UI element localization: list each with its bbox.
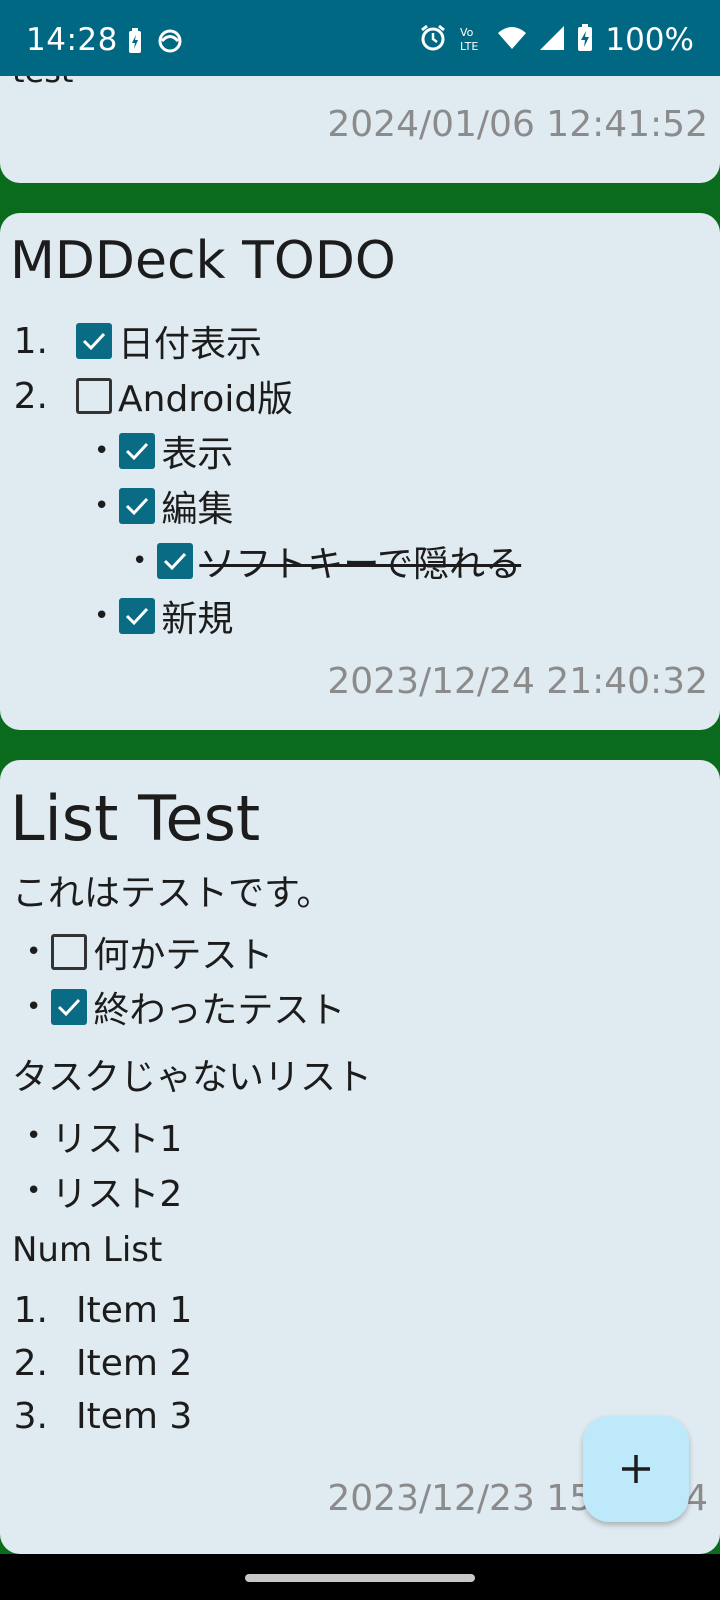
sync-icon: [156, 28, 184, 58]
list-item: 1. 日付表示: [0, 315, 262, 367]
list-item: • ソフトキーで隠れる: [132, 535, 521, 587]
checkmark-icon: [164, 552, 187, 571]
checkmark-icon: [126, 497, 149, 516]
task-text: 新規: [161, 599, 234, 640]
navigation-bar: [0, 1554, 720, 1600]
status-bar: 14:28 Vo LTE 100%: [0, 0, 720, 76]
checkmark-icon: [58, 998, 81, 1017]
list-marker: 1.: [13, 1290, 48, 1331]
battery-saver-icon: [128, 28, 142, 58]
list-marker: •: [26, 1121, 42, 1151]
list-item: • 表示: [94, 425, 233, 477]
battery-charging-icon: [577, 24, 593, 56]
list-item: • 何かテスト: [26, 926, 273, 978]
add-note-button[interactable]: [583, 1416, 689, 1522]
note-paragraph: これはテストです。: [12, 873, 333, 914]
checkbox-unchecked[interactable]: [76, 378, 112, 414]
svg-text:Vo: Vo: [460, 26, 474, 39]
task-text: 何かテスト: [93, 935, 274, 976]
list-item-text: Item 3: [76, 1396, 193, 1437]
svg-text:LTE: LTE: [460, 40, 478, 52]
list-item: • リスト1: [26, 1110, 182, 1162]
note-timestamp: 2023/12/24 21:40:32: [327, 661, 708, 702]
task-text: 終わったテスト: [93, 990, 346, 1031]
list-item: 2. Item 2: [0, 1343, 193, 1384]
list-item: • 終わったテスト: [26, 981, 345, 1033]
volte-icon: Vo LTE: [459, 24, 485, 56]
checkbox-checked[interactable]: [119, 598, 156, 634]
task-text-completed: ソフトキーで隠れる: [199, 544, 522, 585]
plus-icon: [622, 1455, 650, 1483]
list-item: 3. Item 3: [0, 1396, 193, 1437]
list-marker: 3.: [13, 1396, 48, 1437]
checkbox-unchecked[interactable]: [51, 934, 88, 970]
task-text: 編集: [161, 489, 234, 530]
checkbox-checked[interactable]: [157, 543, 194, 579]
gesture-handle[interactable]: [245, 1574, 475, 1582]
list-marker: •: [26, 992, 42, 1022]
note-title: MDDeck TODO: [10, 231, 396, 291]
list-marker: •: [26, 1176, 42, 1206]
note-title: List Test: [10, 782, 261, 855]
checkmark-icon: [82, 332, 106, 351]
checkmark-icon: [126, 607, 149, 626]
list-marker: 2.: [13, 375, 48, 417]
wifi-icon: [497, 25, 527, 55]
list-item-text: リスト2: [51, 1174, 183, 1215]
task-text: Android版: [118, 379, 294, 420]
list-marker: •: [132, 546, 148, 576]
list-marker: •: [26, 937, 42, 967]
note-timestamp: 2024/01/06 12:41:52: [327, 104, 708, 145]
checkbox-checked[interactable]: [76, 323, 112, 359]
note-subheading: タスクじゃないリスト: [12, 1057, 373, 1098]
battery-percentage: 100%: [605, 22, 694, 58]
list-marker: 1.: [13, 320, 48, 362]
list-item-text: リスト1: [51, 1119, 183, 1160]
checkbox-checked[interactable]: [51, 989, 88, 1025]
list-item: • リスト2: [26, 1165, 182, 1217]
checkmark-icon: [126, 442, 149, 461]
num-list-heading: Num List: [12, 1230, 163, 1270]
list-item: • 新規: [94, 590, 233, 642]
alarm-icon: [419, 24, 447, 56]
list-item-text: Item 2: [76, 1343, 193, 1384]
list-item: • 編集: [94, 480, 233, 532]
list-item-text: Item 1: [76, 1290, 193, 1331]
list-marker: •: [94, 436, 110, 466]
list-item: 1. Item 1: [0, 1290, 193, 1331]
list-marker: 2.: [13, 1343, 48, 1384]
checkbox-checked[interactable]: [119, 433, 156, 469]
task-text: 表示: [161, 434, 234, 475]
status-time: 14:28: [26, 22, 118, 58]
list-item: 2. Android版: [0, 370, 294, 422]
cellular-signal-icon: [539, 25, 565, 55]
checkbox-checked[interactable]: [119, 488, 156, 524]
task-text: 日付表示: [118, 324, 263, 365]
list-marker: •: [94, 601, 110, 631]
note-card[interactable]: MDDeck TODO 1. 日付表示 2. Android版 • 表示 • 編…: [0, 213, 720, 730]
list-marker: •: [94, 491, 110, 521]
